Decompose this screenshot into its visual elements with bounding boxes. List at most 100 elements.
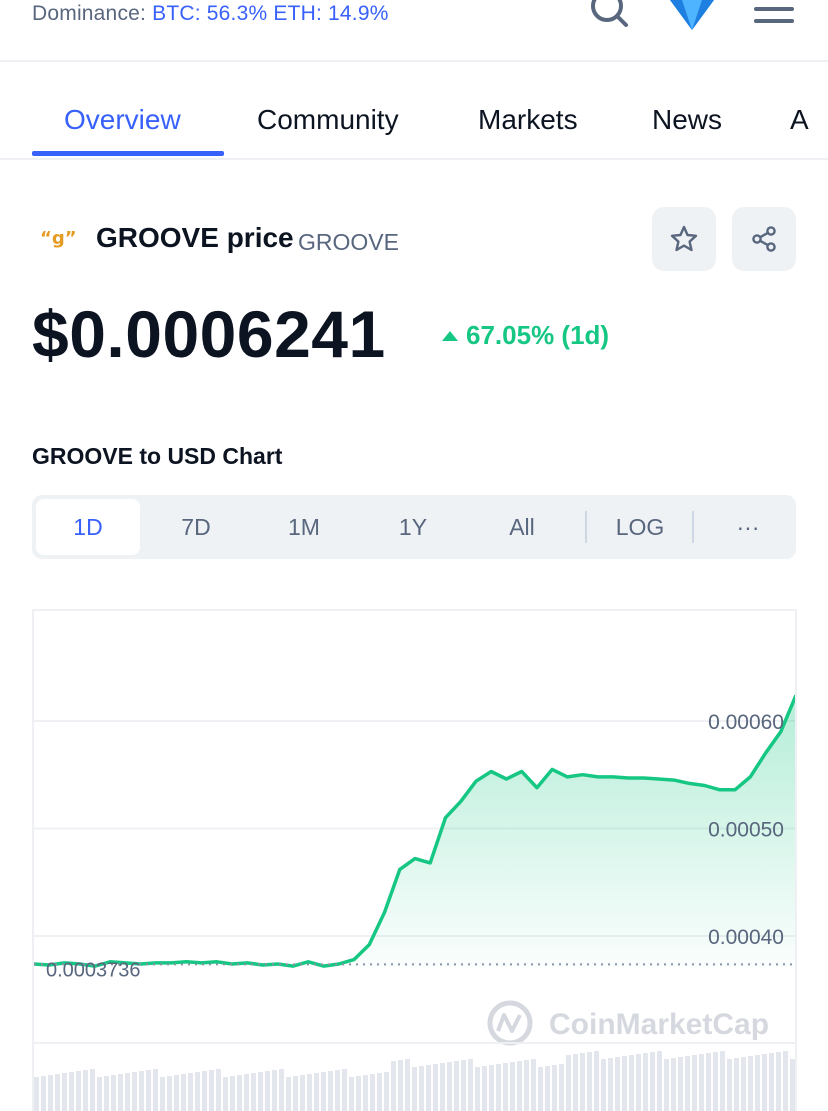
volume-bar — [657, 1051, 662, 1111]
volume-bar — [132, 1072, 137, 1111]
reference-price-label: 0.0003736 — [46, 959, 141, 981]
volume-bar — [125, 1073, 130, 1111]
volume-bar — [405, 1059, 410, 1111]
volume-bar — [608, 1058, 613, 1111]
y-tick-label: 0.00060 — [708, 711, 784, 734]
volume-bar — [573, 1054, 578, 1111]
star-icon — [670, 225, 698, 252]
volume-bar — [258, 1072, 263, 1111]
volume-bar — [342, 1069, 347, 1111]
y-tick-label: 0.00050 — [708, 819, 784, 842]
volume-bars — [34, 1042, 795, 1111]
tab-community[interactable]: Community — [257, 104, 399, 136]
volume-bar — [69, 1072, 74, 1111]
range-1y[interactable]: 1Y — [363, 499, 463, 555]
volume-bar — [90, 1069, 95, 1111]
range-divider — [585, 511, 587, 543]
top-icons — [590, 0, 794, 37]
volume-bar — [314, 1073, 319, 1111]
volume-bar — [433, 1064, 438, 1111]
volume-bar — [496, 1064, 501, 1111]
volume-bar — [202, 1071, 207, 1111]
top-bar: Dominance: BTC: 56.3% ETH: 14.9% — [0, 0, 828, 62]
coin-logo: “g” — [40, 228, 77, 249]
volume-bar — [328, 1071, 333, 1111]
volume-bar — [776, 1052, 781, 1111]
search-icon[interactable] — [590, 0, 630, 34]
volume-bar — [97, 1077, 102, 1111]
volume-bar — [279, 1069, 284, 1111]
volume-bar — [762, 1054, 767, 1111]
volume-bar — [146, 1070, 151, 1111]
volume-bar — [335, 1070, 340, 1111]
volume-bar — [706, 1053, 711, 1111]
volume-bar — [391, 1061, 396, 1111]
range-1d[interactable]: 1D — [36, 499, 140, 555]
volume-bar — [755, 1055, 760, 1111]
volume-bar — [489, 1065, 494, 1111]
coin-symbol: GROOVE — [298, 229, 399, 255]
volume-bar — [566, 1055, 571, 1111]
dominance-label: Dominance: — [32, 2, 147, 25]
volume-bar — [790, 1059, 795, 1111]
range-7d[interactable]: 7D — [146, 499, 246, 555]
diamond-icon[interactable] — [668, 0, 716, 37]
tab-markets[interactable]: Markets — [478, 104, 578, 136]
share-icon — [752, 226, 776, 252]
volume-bar — [174, 1075, 179, 1111]
eth-dominance[interactable]: ETH: 14.9% — [273, 2, 388, 25]
volume-bar — [286, 1077, 291, 1111]
volume-bar — [321, 1072, 326, 1111]
volume-bar — [300, 1075, 305, 1111]
volume-bar — [118, 1074, 123, 1111]
volume-bar — [524, 1060, 529, 1111]
coin-price: $0.0006241 — [32, 297, 386, 371]
volume-bar — [62, 1073, 67, 1111]
volume-bar — [678, 1057, 683, 1111]
range-divider — [692, 511, 694, 543]
volume-bar — [741, 1057, 746, 1111]
volume-bar — [384, 1072, 389, 1111]
volume-bar — [622, 1056, 627, 1111]
tab-more[interactable]: A — [790, 104, 809, 136]
watermark-text: CoinMarketCap — [549, 1008, 769, 1041]
volume-bar — [552, 1065, 557, 1111]
chart-range-selector: 1D 7D 1M 1Y All LOG ··· — [32, 495, 796, 559]
tab-active-indicator — [32, 151, 224, 156]
share-button[interactable] — [732, 207, 796, 271]
volume-bar — [398, 1060, 403, 1111]
range-all[interactable]: All — [472, 499, 572, 555]
tab-overview[interactable]: Overview — [64, 104, 181, 136]
volume-bar — [209, 1070, 214, 1111]
volume-bar — [216, 1069, 221, 1111]
volume-bar — [601, 1059, 606, 1111]
volume-bar — [139, 1071, 144, 1111]
volume-bar — [510, 1062, 515, 1111]
volume-bar — [426, 1065, 431, 1111]
volume-bar — [713, 1052, 718, 1111]
volume-bar — [748, 1056, 753, 1111]
tab-news[interactable]: News — [652, 104, 722, 136]
log-toggle[interactable]: LOG — [590, 499, 690, 555]
dominance-info: Dominance: BTC: 56.3% ETH: 14.9% — [32, 2, 389, 26]
volume-bar — [727, 1059, 732, 1111]
range-1m[interactable]: 1M — [254, 499, 354, 555]
btc-dominance[interactable]: BTC: 56.3% — [152, 2, 267, 25]
volume-bar — [265, 1071, 270, 1111]
volume-bar — [363, 1075, 368, 1111]
more-options-button[interactable]: ··· — [698, 499, 798, 555]
volume-bar — [643, 1053, 648, 1111]
price-change: 67.05% (1d) — [442, 320, 609, 351]
volume-bar — [531, 1059, 536, 1111]
volume-bar — [377, 1073, 382, 1111]
volume-bar — [34, 1077, 39, 1111]
volume-bar — [454, 1061, 459, 1111]
volume-bar — [769, 1053, 774, 1111]
volume-bar — [475, 1067, 480, 1111]
watchlist-button[interactable] — [652, 207, 716, 271]
volume-bar — [111, 1075, 116, 1111]
volume-bar — [468, 1059, 473, 1111]
price-chart[interactable]: 0.0003736 0.00060 0.00050 0.00040 CoinMark… — [32, 609, 797, 1111]
price-change-value: 67.05% (1d) — [466, 320, 610, 350]
menu-icon[interactable] — [754, 0, 794, 31]
